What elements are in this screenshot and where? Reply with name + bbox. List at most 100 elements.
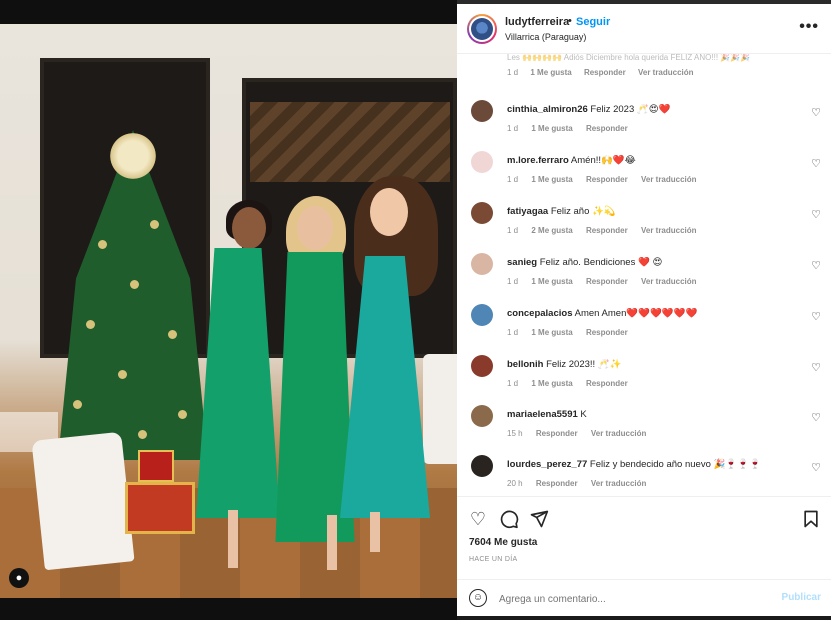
translate-button[interactable]: Ver traducción [591, 429, 647, 438]
reply-button[interactable]: Responder [586, 175, 628, 184]
comment-like-heart-icon[interactable]: ♡ [811, 106, 821, 119]
partial-comment-text: Les 🙌🙌🙌🙌 Adiós Diciembre hola querida FE… [507, 54, 751, 62]
comment-icon[interactable] [499, 509, 519, 529]
post-timestamp[interactable]: HACE UN DÍA [469, 556, 517, 563]
translate-button[interactable]: Ver traducción [641, 277, 697, 286]
post-side-panel: ludytferreira • Seguir Villarrica (Parag… [457, 4, 831, 616]
comment-likes[interactable]: 1 Me gusta [531, 379, 572, 388]
commenter-username[interactable]: mariaelena5591 [507, 409, 578, 420]
reply-button[interactable]: Responder [536, 429, 578, 438]
comment-text: Feliz y bendecido año nuevo 🎉🍷🍷🍷 [589, 459, 761, 470]
reply-button[interactable]: Responder [586, 226, 628, 235]
reply-button[interactable]: Responder [586, 277, 628, 286]
paper-plane-icon[interactable] [529, 509, 549, 529]
comment-meta: 1 d 1 Me gusta Responder [507, 379, 650, 388]
comment-meta: 1 d 1 Me gusta Responder Ver traducción [507, 68, 704, 77]
comment-time: 1 d [507, 175, 519, 184]
comment-text: Amen Amen❤️❤️❤️❤️❤️❤️ [574, 308, 698, 319]
comment-like-heart-icon[interactable]: ♡ [811, 157, 821, 170]
bookmark-icon[interactable] [801, 509, 821, 529]
comment-text-line: fatiyagaa Feliz año ✨💫 [507, 206, 616, 217]
comment-text: Feliz 2023!! 🥂✨ [546, 359, 622, 370]
author-avatar[interactable] [467, 14, 497, 44]
reply-button[interactable]: Responder [586, 124, 628, 133]
commenter-username[interactable]: lourdes_perez_77 [507, 459, 587, 470]
comment-like-heart-icon[interactable]: ♡ [811, 208, 821, 221]
commenter-username[interactable]: sanieg [507, 257, 537, 268]
translate-button[interactable]: Ver traducción [641, 226, 697, 235]
comment-text: Feliz año ✨💫 [550, 206, 616, 217]
post-photo: ● [0, 0, 457, 620]
translate-button[interactable]: Ver traducción [641, 175, 697, 184]
comment-meta: 15 h Responder Ver traducción [507, 429, 657, 438]
comment-time: 15 h [507, 429, 523, 438]
translate-button[interactable]: Ver traducción [638, 68, 694, 77]
post-location[interactable]: Villarrica (Paraguay) [505, 32, 586, 42]
comment-text: Feliz 2023 🥂😍❤️ [590, 104, 671, 115]
reply-button[interactable]: Responder [536, 479, 578, 488]
comment-text: Feliz año. Bendiciones ❤️ 😍 [539, 257, 663, 268]
comment-time: 20 h [507, 479, 523, 488]
commenter-username[interactable]: m.lore.ferraro [507, 155, 569, 166]
heart-icon[interactable]: ♡ [468, 509, 488, 529]
comment-likes[interactable]: 1 Me gusta [531, 124, 572, 133]
comment-like-heart-icon[interactable]: ♡ [811, 361, 821, 374]
comment-item: concepalacios Amen Amen❤️❤️❤️❤️❤️❤️ 1 d … [457, 304, 831, 354]
commenter-avatar[interactable] [471, 100, 493, 122]
comment-item: mariaelena5591 K 15 h Responder Ver trad… [457, 405, 831, 455]
commenter-avatar[interactable] [471, 304, 493, 326]
comment-like-heart-icon[interactable]: ♡ [811, 411, 821, 424]
commenter-username[interactable]: cinthia_almiron26 [507, 104, 588, 115]
comment-text-line: mariaelena5591 K [507, 409, 587, 420]
comment-text-line: bellonih Feliz 2023!! 🥂✨ [507, 359, 621, 370]
comment-likes[interactable]: 1 Me gusta [531, 277, 572, 286]
comment-like-heart-icon[interactable]: ♡ [811, 310, 821, 323]
reply-button[interactable]: Responder [586, 328, 628, 337]
comment-text: K [580, 409, 587, 420]
commenter-avatar[interactable] [471, 253, 493, 275]
comment-likes[interactable]: 2 Me gusta [531, 226, 572, 235]
commenter-username[interactable]: bellonih [507, 359, 543, 370]
comment-meta: 1 d 1 Me gusta Responder [507, 124, 650, 133]
post-actions: ♡ 7604 Me gusta HACE UN DÍA ☺ Publicar [457, 496, 831, 616]
follow-button[interactable]: Seguir [576, 16, 610, 28]
commenter-username[interactable]: concepalacios [507, 308, 572, 319]
comment-like-heart-icon[interactable]: ♡ [811, 461, 821, 474]
comment-time: 1 d [507, 68, 519, 77]
comment-likes[interactable]: 1 Me gusta [531, 175, 572, 184]
gift-bag [31, 431, 135, 571]
add-comment-bar: ☺ Publicar [457, 579, 831, 617]
comment-likes[interactable]: 1 Me gusta [531, 328, 572, 337]
comment-text-line: concepalacios Amen Amen❤️❤️❤️❤️❤️❤️ [507, 308, 697, 319]
comment-item: cinthia_almiron26 Feliz 2023 🥂😍❤️ 1 d 1 … [457, 100, 831, 150]
wood-ceiling [250, 102, 450, 182]
comment-item: m.lore.ferraro Amén!!🙌❤️😂 1 d 1 Me gusta… [457, 151, 831, 201]
likes-count[interactable]: 7604 Me gusta [469, 537, 537, 548]
reply-button[interactable]: Responder [586, 379, 628, 388]
translate-button[interactable]: Ver traducción [591, 479, 647, 488]
commenter-avatar[interactable] [471, 355, 493, 377]
comment-likes[interactable]: 1 Me gusta [530, 68, 571, 77]
author-username[interactable]: ludytferreira [505, 16, 569, 28]
comment-meta: 1 d 2 Me gusta Responder Ver traducción [507, 226, 708, 235]
comment-item: bellonih Feliz 2023!! 🥂✨ 1 d 1 Me gusta … [457, 355, 831, 405]
comments-list[interactable]: Les 🙌🙌🙌🙌 Adiós Diciembre hola querida FE… [457, 54, 831, 494]
publish-button[interactable]: Publicar [782, 592, 821, 603]
commenter-avatar[interactable] [471, 455, 493, 477]
comment-time: 1 d [507, 124, 519, 133]
comment-input[interactable] [499, 590, 759, 608]
gift-box-small [138, 450, 174, 482]
commenter-avatar[interactable] [471, 405, 493, 427]
emoji-icon[interactable]: ☺ [469, 589, 487, 607]
comment-like-heart-icon[interactable]: ♡ [811, 259, 821, 272]
comment-time: 1 d [507, 328, 519, 337]
tagged-people-icon[interactable]: ● [9, 568, 29, 588]
more-options-icon[interactable]: ••• [799, 18, 819, 36]
commenter-username[interactable]: fatiyagaa [507, 206, 548, 217]
commenter-avatar[interactable] [471, 202, 493, 224]
comment-item: fatiyagaa Feliz año ✨💫 1 d 2 Me gusta Re… [457, 202, 831, 252]
reply-button[interactable]: Responder [584, 68, 626, 77]
separator-dot: • [568, 15, 572, 27]
comment-text-line: m.lore.ferraro Amén!!🙌❤️😂 [507, 155, 636, 166]
commenter-avatar[interactable] [471, 151, 493, 173]
